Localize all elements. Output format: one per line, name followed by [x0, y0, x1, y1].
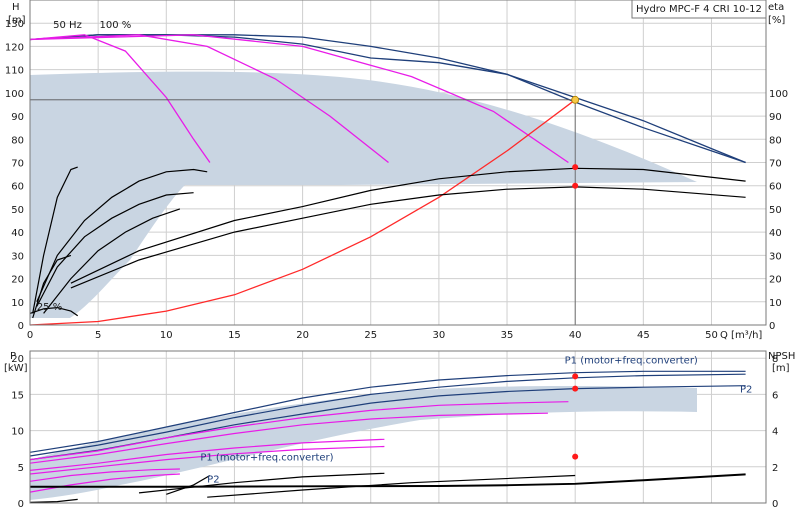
y2-tick-label: 40 — [769, 228, 782, 239]
y-tick-label: 90 — [11, 112, 24, 123]
x-tick-label: 20 — [296, 330, 309, 341]
x-tick-label: 10 — [160, 330, 173, 341]
x-tick-label: 40 — [569, 330, 582, 341]
y2-tick-label: 50 — [769, 205, 782, 216]
y-tick-label: 40 — [11, 228, 24, 239]
y2-tick-label: 100 — [769, 89, 788, 100]
y-tick-label: 20 — [11, 354, 24, 365]
y2-tick-label: 90 — [769, 112, 782, 123]
y-tick-label: 60 — [11, 182, 24, 193]
y2-tick-label: 2 — [772, 463, 778, 474]
curve-annotation: 50 Hz — [53, 20, 82, 31]
y-tick-label: 0 — [18, 321, 24, 332]
efficiency-point-marker — [572, 182, 579, 189]
y2-tick-label: 60 — [769, 182, 782, 193]
head-chart: Hydro MPC-F 4 CRI 10-12 H [m] eta [%] Q … — [5, 0, 788, 341]
x-tick-label: 30 — [433, 330, 446, 341]
pump-curve-figure: Hydro MPC-F 4 CRI 10-12 H [m] eta [%] Q … — [4, 0, 795, 510]
y-tick-label: 130 — [5, 19, 24, 30]
y-tick-label: 80 — [11, 135, 24, 146]
curve-annotation: 100 % — [100, 20, 132, 31]
chart-title: Hydro MPC-F 4 CRI 10-12 — [636, 4, 762, 15]
y2-tick-label: 70 — [769, 159, 782, 170]
curve-annotation: 25 % — [37, 302, 62, 313]
y2-tick-label: 6 — [772, 390, 778, 401]
x-tick-label: 15 — [228, 330, 241, 341]
curve-label: P1 (motor+freq.converter) — [200, 452, 333, 463]
x-tick-label: 50 — [705, 330, 718, 341]
power-point-marker — [572, 385, 579, 392]
y2-tick-label: 30 — [769, 251, 782, 262]
y2-tick-label: 8 — [772, 354, 778, 365]
efficiency-point-marker — [572, 164, 579, 171]
y-tick-label: 30 — [11, 251, 24, 262]
y-tick-label: 10 — [11, 427, 24, 438]
curve-label: P2 — [207, 475, 219, 486]
curve-label: P1 (motor+freq.converter) — [565, 355, 698, 366]
y-tick-label: 20 — [11, 275, 24, 286]
y2-tick-label: 4 — [772, 427, 778, 438]
x-tick-label: 35 — [501, 330, 514, 341]
y-tick-label: 50 — [11, 205, 24, 216]
y2-tick-label: 10 — [769, 298, 782, 309]
x-tick-label: 0 — [27, 330, 33, 341]
y-tick-label: 0 — [18, 499, 24, 510]
y-tick-label: 5 — [18, 463, 24, 474]
power-point-marker — [572, 453, 579, 460]
x-tick-label: 45 — [637, 330, 650, 341]
y2-tick-label: 20 — [769, 275, 782, 286]
curve-label: P2 — [740, 384, 752, 395]
y-tick-label: 120 — [5, 42, 24, 53]
x-tick-label: 25 — [364, 330, 377, 341]
y-tick-label: 10 — [11, 298, 24, 309]
y-tick-label: 110 — [5, 66, 24, 77]
x-tick-label: 5 — [95, 330, 101, 341]
duty-point-marker — [571, 95, 580, 104]
power-chart: P [kW] NPSH [m] 0510152002468 P1 (motor+… — [4, 350, 795, 510]
y-tick-label: 70 — [11, 159, 24, 170]
y2-tick-label: 0 — [772, 499, 778, 510]
y-tick-label: 100 — [5, 89, 24, 100]
y2-tick-label: 80 — [769, 135, 782, 146]
x-axis-label: Q [m³/h] — [720, 330, 762, 341]
y2-tick-label: 0 — [769, 321, 775, 332]
power-point-marker — [572, 373, 579, 380]
y2-axis-unit-eta: [%] — [768, 15, 785, 26]
y-tick-label: 15 — [11, 390, 24, 401]
y-axis-label-head: H — [12, 2, 20, 13]
y2-axis-label-eta: eta — [768, 2, 784, 13]
